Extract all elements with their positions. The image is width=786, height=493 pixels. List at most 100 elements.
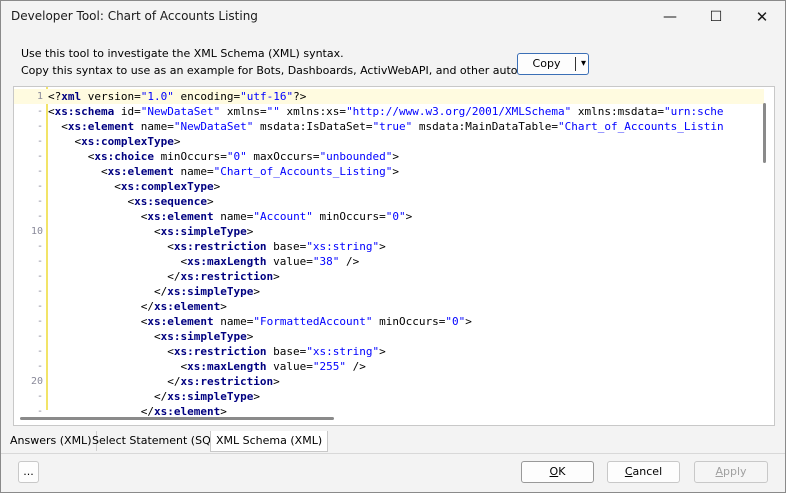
- code-token: >: [173, 135, 181, 148]
- code-text: <xs:element name="Account" minOccurs="0"…: [48, 209, 413, 224]
- code-token: base=: [266, 240, 307, 253]
- code-token: base=: [266, 345, 307, 358]
- minimize-icon: —: [663, 9, 677, 25]
- code-token: xs:restriction: [173, 240, 267, 253]
- code-token: "true": [372, 120, 413, 133]
- code-token: <: [48, 315, 148, 328]
- code-token: encoding=: [173, 90, 241, 103]
- tab-select-statement-sql[interactable]: Select Statement (SQL): [87, 431, 228, 451]
- code-token: </: [48, 285, 168, 298]
- code-token: "1.0": [140, 90, 174, 103]
- code-token: ?>: [293, 90, 307, 103]
- code-text: <xs:choice minOccurs="0" maxOccurs="unbo…: [48, 149, 399, 164]
- copy-split-button: Copy ▾: [517, 53, 589, 75]
- code-token: xs:restriction: [180, 270, 274, 283]
- code-token: "NewDataSet": [173, 120, 254, 133]
- ok-button[interactable]: OK: [521, 461, 594, 483]
- code-token: <: [48, 120, 68, 133]
- code-token: <: [48, 150, 95, 163]
- apply-button[interactable]: Apply: [694, 461, 768, 483]
- code-token: "utf-16": [240, 90, 294, 103]
- code-text: </xs:simpleType>: [48, 284, 260, 299]
- line-number: 10: [30, 226, 43, 237]
- code-token: <: [48, 105, 55, 118]
- line-number: -: [36, 316, 43, 327]
- tab-answers-xml[interactable]: Answers (XML): [5, 431, 98, 451]
- code-token: <: [48, 240, 174, 253]
- code-token: "http://www.w3.org/2001/XMLSchema": [346, 105, 572, 118]
- code-token: "NewDataSet": [140, 105, 221, 118]
- close-button[interactable]: ✕: [739, 1, 785, 33]
- code-token: "0": [226, 150, 247, 163]
- window-title: Developer Tool: Chart of Accounts Listin…: [11, 9, 258, 23]
- code-token: maxOccurs=: [246, 150, 320, 163]
- code-token: msdata:IsDataSet=: [253, 120, 373, 133]
- code-line: - <xs:schema id="NewDataSet" xmlns="" xml…: [14, 104, 764, 119]
- copy-dropdown-button[interactable]: ▾: [578, 54, 589, 74]
- tab-xml-schema-xml[interactable]: XML Schema (XML): [210, 431, 329, 452]
- code-token: minOccurs=: [372, 315, 446, 328]
- code-token: </: [48, 375, 181, 388]
- code-token: "urn:sche: [663, 105, 724, 118]
- code-token: <: [48, 345, 174, 358]
- code-line: 1 <?xml version="1.0" encoding="utf-16"?>: [14, 89, 764, 104]
- code-text: <xs:restriction base="xs:string">: [48, 344, 386, 359]
- line-number: -: [36, 121, 43, 132]
- code-token: xs:simpleType: [167, 390, 254, 403]
- code-token: >: [220, 300, 227, 313]
- horizontal-scrollbar[interactable]: [20, 417, 334, 420]
- code-token: />: [346, 360, 366, 373]
- code-line: - </xs:element>: [14, 299, 764, 314]
- more-options-button[interactable]: ...: [18, 461, 39, 483]
- chevron-down-icon: ▾: [580, 58, 587, 69]
- code-token: xs:schema: [54, 105, 115, 118]
- description-line-2: Copy this syntax to use as an example fo…: [21, 64, 560, 77]
- code-token: xs:choice: [94, 150, 154, 163]
- code-token: <: [48, 135, 82, 148]
- code-text: </xs:restriction>: [48, 374, 280, 389]
- copy-separator: [575, 57, 576, 71]
- description-line-1: Use this tool to investigate the XML Sch…: [21, 47, 344, 60]
- code-token: <: [48, 255, 188, 268]
- line-number: -: [36, 196, 43, 207]
- code-token: "unbounded": [319, 150, 393, 163]
- line-number: -: [36, 106, 43, 117]
- code-line: - <xs:maxLength value="255" />: [14, 359, 764, 374]
- maximize-button[interactable]: ☐: [693, 1, 739, 33]
- code-token: xs:complexType: [120, 180, 214, 193]
- code-line: - </xs:simpleType>: [14, 284, 764, 299]
- code-token: >: [246, 330, 254, 343]
- line-number: -: [36, 151, 43, 162]
- code-token: id=: [114, 105, 141, 118]
- code-token: xs:simpleType: [160, 225, 247, 238]
- line-number: -: [36, 166, 43, 177]
- minimize-button[interactable]: —: [647, 1, 693, 33]
- cancel-button[interactable]: Cancel: [607, 461, 680, 483]
- code-text: <xs:sequence>: [48, 194, 213, 209]
- code-token: xs:element: [153, 300, 221, 313]
- code-token: "38": [312, 255, 340, 268]
- code-line: - <xs:complexType>: [14, 134, 764, 149]
- code-token: xs:maxLength: [187, 360, 267, 373]
- vertical-scrollbar[interactable]: [763, 103, 766, 163]
- code-token: xmlns:msdata=: [571, 105, 664, 118]
- code-line: - </xs:simpleType>: [14, 389, 764, 404]
- line-number: -: [36, 256, 43, 267]
- title-bar: Developer Tool: Chart of Accounts Listin…: [1, 1, 785, 33]
- code-token: xs:maxLength: [187, 255, 267, 268]
- code-token: <: [48, 330, 161, 343]
- code-token: <?: [48, 90, 62, 103]
- code-token: xs:sequence: [134, 195, 207, 208]
- code-token: msdata:MainDataTable=: [412, 120, 559, 133]
- code-token: >: [392, 165, 400, 178]
- copy-button[interactable]: Copy: [518, 54, 575, 74]
- code-token: xs:element: [107, 165, 174, 178]
- code-line: - <xs:choice minOccurs="0" maxOccurs="un…: [14, 149, 764, 164]
- code-token: minOccurs=: [312, 210, 386, 223]
- code-token: xs:restriction: [173, 345, 267, 358]
- code-line: - <xs:restriction base="xs:string">: [14, 239, 764, 254]
- code-token: >: [405, 210, 413, 223]
- code-text: <xs:maxLength value="255" />: [48, 359, 366, 374]
- xml-code-editor[interactable]: 1 <?xml version="1.0" encoding="utf-16"?>…: [13, 86, 775, 426]
- code-token: "255": [312, 360, 347, 373]
